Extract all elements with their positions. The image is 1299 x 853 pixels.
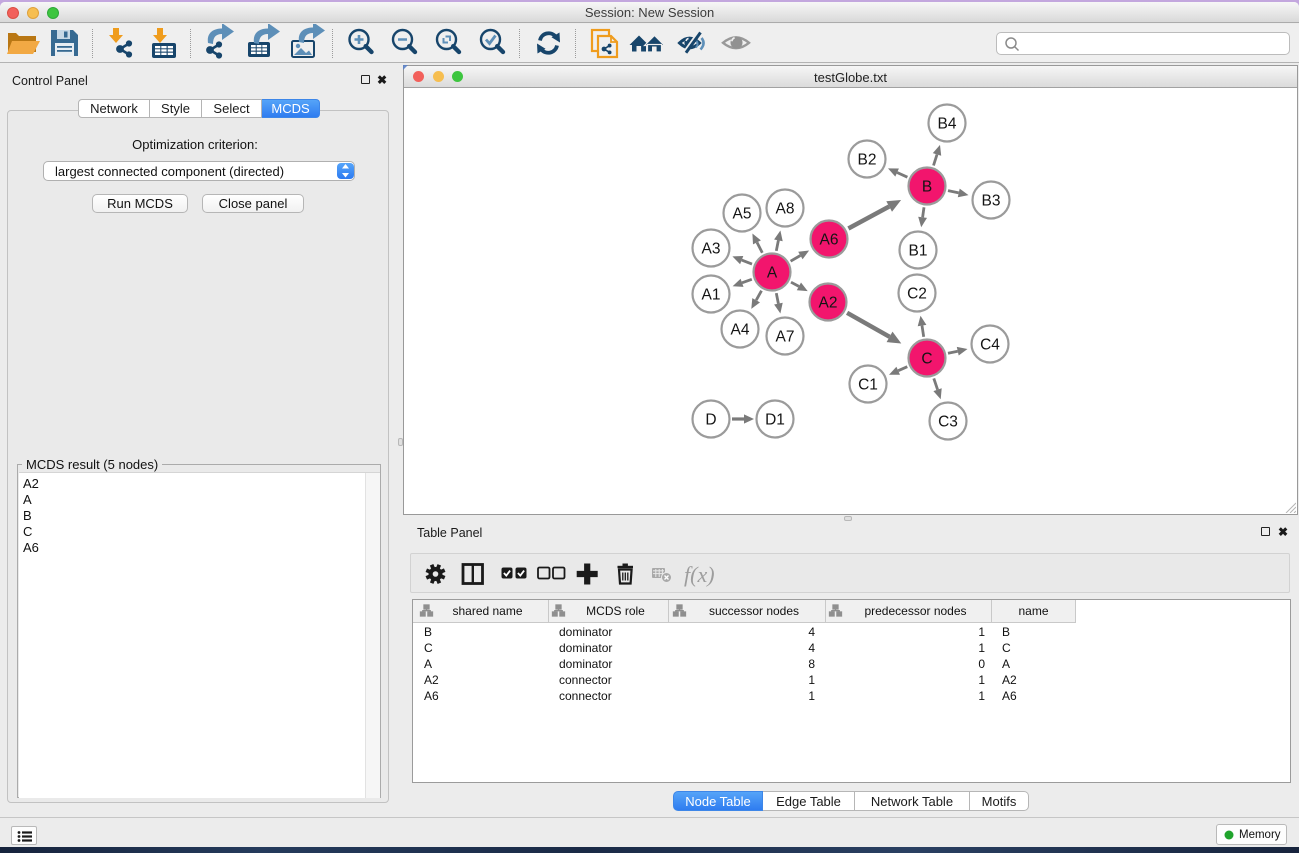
svg-text:A5: A5 [733, 206, 752, 223]
svg-text:C: C [921, 351, 932, 368]
svg-text:A7: A7 [776, 329, 795, 346]
svg-text:A: A [767, 265, 778, 282]
svg-text:f(x): f(x) [684, 562, 715, 587]
svg-text:A3: A3 [702, 241, 721, 258]
svg-text:B1: B1 [909, 243, 928, 260]
svg-text:C2: C2 [907, 286, 927, 303]
svg-text:B3: B3 [982, 193, 1001, 210]
svg-text:A4: A4 [731, 322, 750, 339]
svg-text:B2: B2 [858, 152, 877, 169]
svg-text:A8: A8 [776, 201, 795, 218]
svg-text:C1: C1 [858, 377, 878, 394]
svg-text:A1: A1 [702, 287, 721, 304]
svg-text:D: D [705, 412, 716, 429]
svg-text:C4: C4 [980, 337, 1000, 354]
svg-text:B: B [922, 179, 932, 196]
svg-text:B4: B4 [938, 116, 957, 133]
svg-text:A2: A2 [819, 295, 838, 312]
svg-text:D1: D1 [765, 412, 785, 429]
svg-text:C3: C3 [938, 414, 958, 431]
svg-text:A6: A6 [820, 232, 839, 249]
